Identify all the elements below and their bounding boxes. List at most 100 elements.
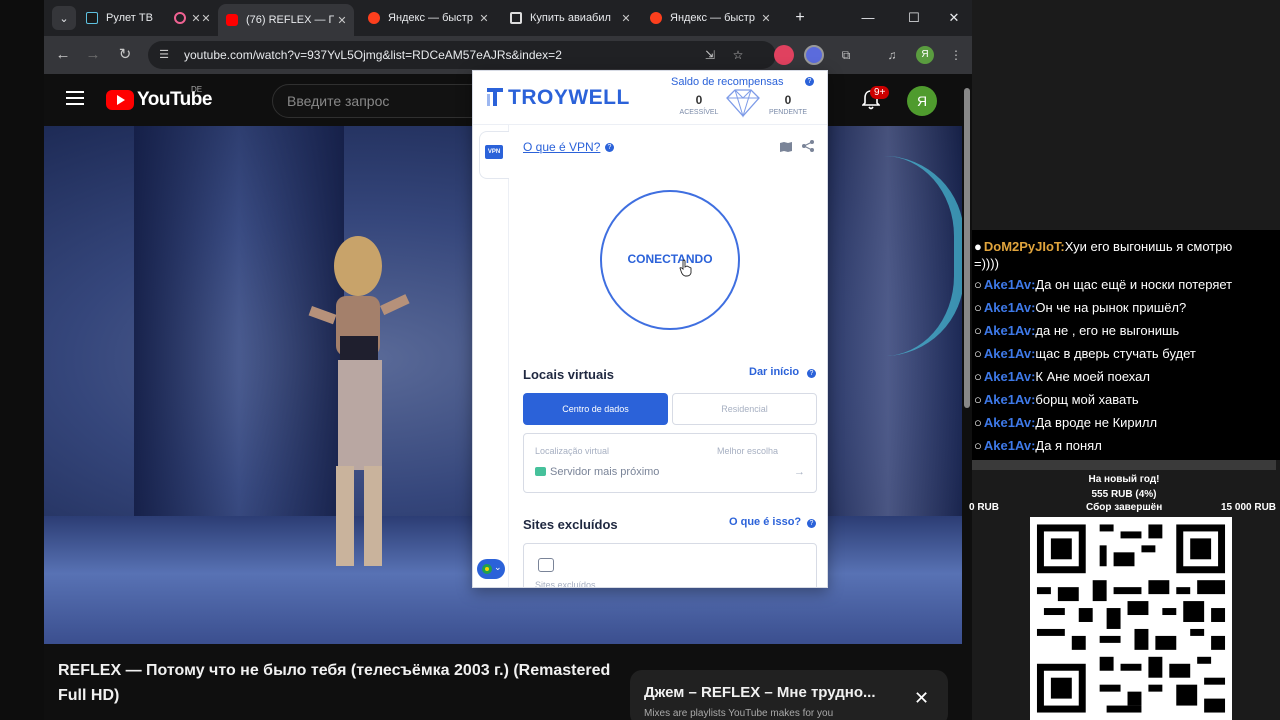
close-tab-icon[interactable]: ✕ — [476, 12, 492, 25]
chat-message: ○ Ake1Av:борщ мой хавать — [974, 391, 1139, 409]
close-tab-icon[interactable]: ✕ — [618, 12, 634, 25]
donation-amount: 555 RUB (4%) — [1091, 489, 1157, 500]
new-tab-button[interactable]: + — [790, 8, 810, 28]
extensions-puzzle-icon[interactable]: ⧉ — [838, 47, 854, 63]
profile-avatar[interactable]: Я — [916, 46, 934, 64]
help-icon[interactable]: ? — [807, 519, 816, 528]
what-is-this-link[interactable]: O que é isso? — [729, 516, 801, 528]
tab-strip: ⌄ Рулет ТВ ✕ ✕ (76) REFLEX — П ✕ Яндекс … — [44, 0, 972, 36]
rulet-tv-favicon-icon — [86, 12, 98, 24]
youtube-avatar[interactable]: Я — [907, 86, 937, 116]
extension-adblock-icon[interactable] — [774, 45, 794, 65]
stream-chat: ● DoM2PyJIoT:Хуи его выгонишь я смотрю =)… — [972, 230, 1280, 460]
extension-vpn-icon[interactable] — [804, 45, 824, 65]
rewards-title[interactable]: Saldo de recompensas — [671, 76, 784, 88]
tab-yandex-1[interactable]: Яндекс — быстр ✕ — [360, 4, 496, 32]
map-icon[interactable] — [779, 141, 793, 153]
yandex-favicon-icon — [368, 12, 380, 24]
chat-text: Хуи его выгонишь я смотрю — [1064, 239, 1233, 254]
tab-title: (76) REFLEX — П — [246, 14, 334, 26]
close-window-button[interactable]: ✕ — [940, 6, 968, 30]
mix-title[interactable]: Джем – REFLEX – Мне трудно... — [644, 684, 875, 701]
site-info-icon[interactable]: ☰ — [156, 47, 172, 63]
chat-bullet: ○ — [974, 323, 982, 338]
bookmark-star-icon[interactable]: ☆ — [730, 47, 746, 63]
what-is-vpn-link[interactable]: O que é VPN? — [523, 140, 600, 154]
vpn-extension-popup: TROYWELL Saldo de recompensas ? 0 ACESSÍ… — [472, 70, 828, 588]
arrow-right-icon: → — [794, 466, 805, 478]
brand-name: TROYWELL — [508, 86, 630, 109]
close-tab-icon[interactable]: ✕ — [758, 12, 774, 25]
chat-message: ○ Ake1Av:К Ане моей поехал — [974, 368, 1150, 386]
tab-search-button[interactable]: ⌄ — [52, 6, 76, 30]
menu-kebab-icon[interactable]: ⋮ — [948, 47, 964, 63]
background-strip — [0, 0, 44, 720]
chat-message: ○ Ake1Av:щас в дверь стучать будет — [974, 345, 1196, 363]
connection-status[interactable]: CONECTANDO — [600, 252, 740, 266]
notification-badge: 9+ — [870, 86, 890, 99]
chat-username: Ake1Av: — [983, 300, 1036, 315]
tab-yandex-2[interactable]: Яндекс — быстр ✕ — [642, 4, 778, 32]
info-icon[interactable]: ? — [805, 77, 814, 86]
datacenter-tab[interactable]: Centro de dados — [523, 393, 668, 425]
minimize-button[interactable]: — — [854, 6, 882, 30]
chat-username: DoM2PyJIoT: — [983, 239, 1065, 254]
chat-message: ○ Ake1Av:Да вроде не Кирилл — [974, 414, 1157, 432]
start-link[interactable]: Dar início — [749, 366, 799, 378]
excluded-sites-title: Sites excluídos — [523, 517, 618, 532]
pending-value: 0 — [784, 93, 792, 107]
brazil-flag-icon — [482, 564, 492, 574]
best-choice-label: Melhor escolha — [717, 446, 779, 456]
close-icon[interactable]: ✕ — [914, 688, 929, 709]
chat-bullet: ○ — [974, 369, 982, 384]
residential-tab[interactable]: Residencial — [672, 393, 817, 425]
country-selector[interactable]: ⌄ — [477, 559, 505, 579]
chat-text: =)))) — [974, 256, 999, 271]
chat-input-bar — [972, 460, 1276, 470]
vpn-sidebar: VPN ⌄ — [473, 125, 509, 587]
chat-message: ○ Ake1Av:Да я понял — [974, 437, 1102, 455]
close-tab-icon[interactable]: ✕ — [334, 14, 350, 27]
help-icon[interactable]: ? — [605, 143, 614, 152]
back-button[interactable]: ← — [52, 44, 74, 66]
tab-reflex-youtube[interactable]: (76) REFLEX — П ✕ — [218, 4, 354, 36]
youtube-favicon-icon — [226, 14, 238, 26]
youtube-logo-icon[interactable] — [106, 90, 134, 110]
chat-username: Ake1Av: — [983, 346, 1036, 361]
media-control-icon[interactable]: ♫ — [884, 47, 900, 63]
browser-toolbar: ← → ↻ ☰ youtube.com/watch?v=937YvL5Ojmg&… — [44, 36, 972, 74]
donation-min: 0 RUB — [969, 502, 1000, 513]
forward-button[interactable]: → — [82, 44, 104, 66]
url-text: youtube.com/watch?v=937YvL5Ojmg&list=RDC… — [184, 48, 562, 62]
tab-recording[interactable]: ✕ — [166, 4, 218, 32]
hamburger-menu-icon[interactable] — [66, 91, 84, 105]
reload-button[interactable]: ↻ — [114, 44, 136, 66]
page-scrollbar[interactable] — [964, 88, 970, 408]
pending-label: PENDENTE — [768, 109, 808, 116]
diamond-icon — [726, 89, 760, 118]
maximize-button[interactable]: ☐ — [900, 6, 928, 30]
screen: ⌄ Рулет ТВ ✕ ✕ (76) REFLEX — П ✕ Яндекс … — [0, 0, 1280, 720]
install-app-icon[interactable]: ⇲ — [702, 47, 718, 63]
donation-goal: 15 000 RUB — [1221, 502, 1277, 513]
chat-username: Ake1Av: — [983, 392, 1036, 407]
chat-message-cont: =)))) — [974, 255, 999, 273]
mic-icon[interactable] — [830, 90, 848, 110]
donation-status: Сбор завершён — [1086, 502, 1163, 513]
accessible-value: 0 — [695, 93, 703, 107]
vpn-tab-label[interactable]: VPN — [485, 145, 503, 159]
chat-bullet: ○ — [974, 300, 982, 315]
virtual-location-selector[interactable]: Localização virtual Melhor escolha Servi… — [523, 433, 817, 493]
chat-username: Ake1Av: — [983, 369, 1036, 384]
youtube-search-input[interactable]: Введите запрос — [272, 84, 482, 118]
excluded-sites-box[interactable]: Sites excluídos — [523, 543, 817, 587]
chat-text: да не , его не выгонишь — [1035, 323, 1180, 338]
chat-text: Да вроде не Кирилл — [1035, 415, 1158, 430]
share-icon[interactable] — [801, 139, 815, 153]
tab-tickets[interactable]: Купить авиабил ✕ — [502, 4, 638, 32]
help-icon[interactable]: ? — [807, 369, 816, 378]
mix-playlist-card[interactable]: Джем – REFLEX – Мне трудно... Mixes are … — [630, 670, 948, 720]
close-tab-icon[interactable]: ✕ — [198, 12, 214, 25]
mix-subtitle: Mixes are playlists YouTube makes for yo… — [644, 708, 834, 719]
address-bar[interactable]: ☰ youtube.com/watch?v=937YvL5Ojmg&list=R… — [148, 41, 776, 69]
